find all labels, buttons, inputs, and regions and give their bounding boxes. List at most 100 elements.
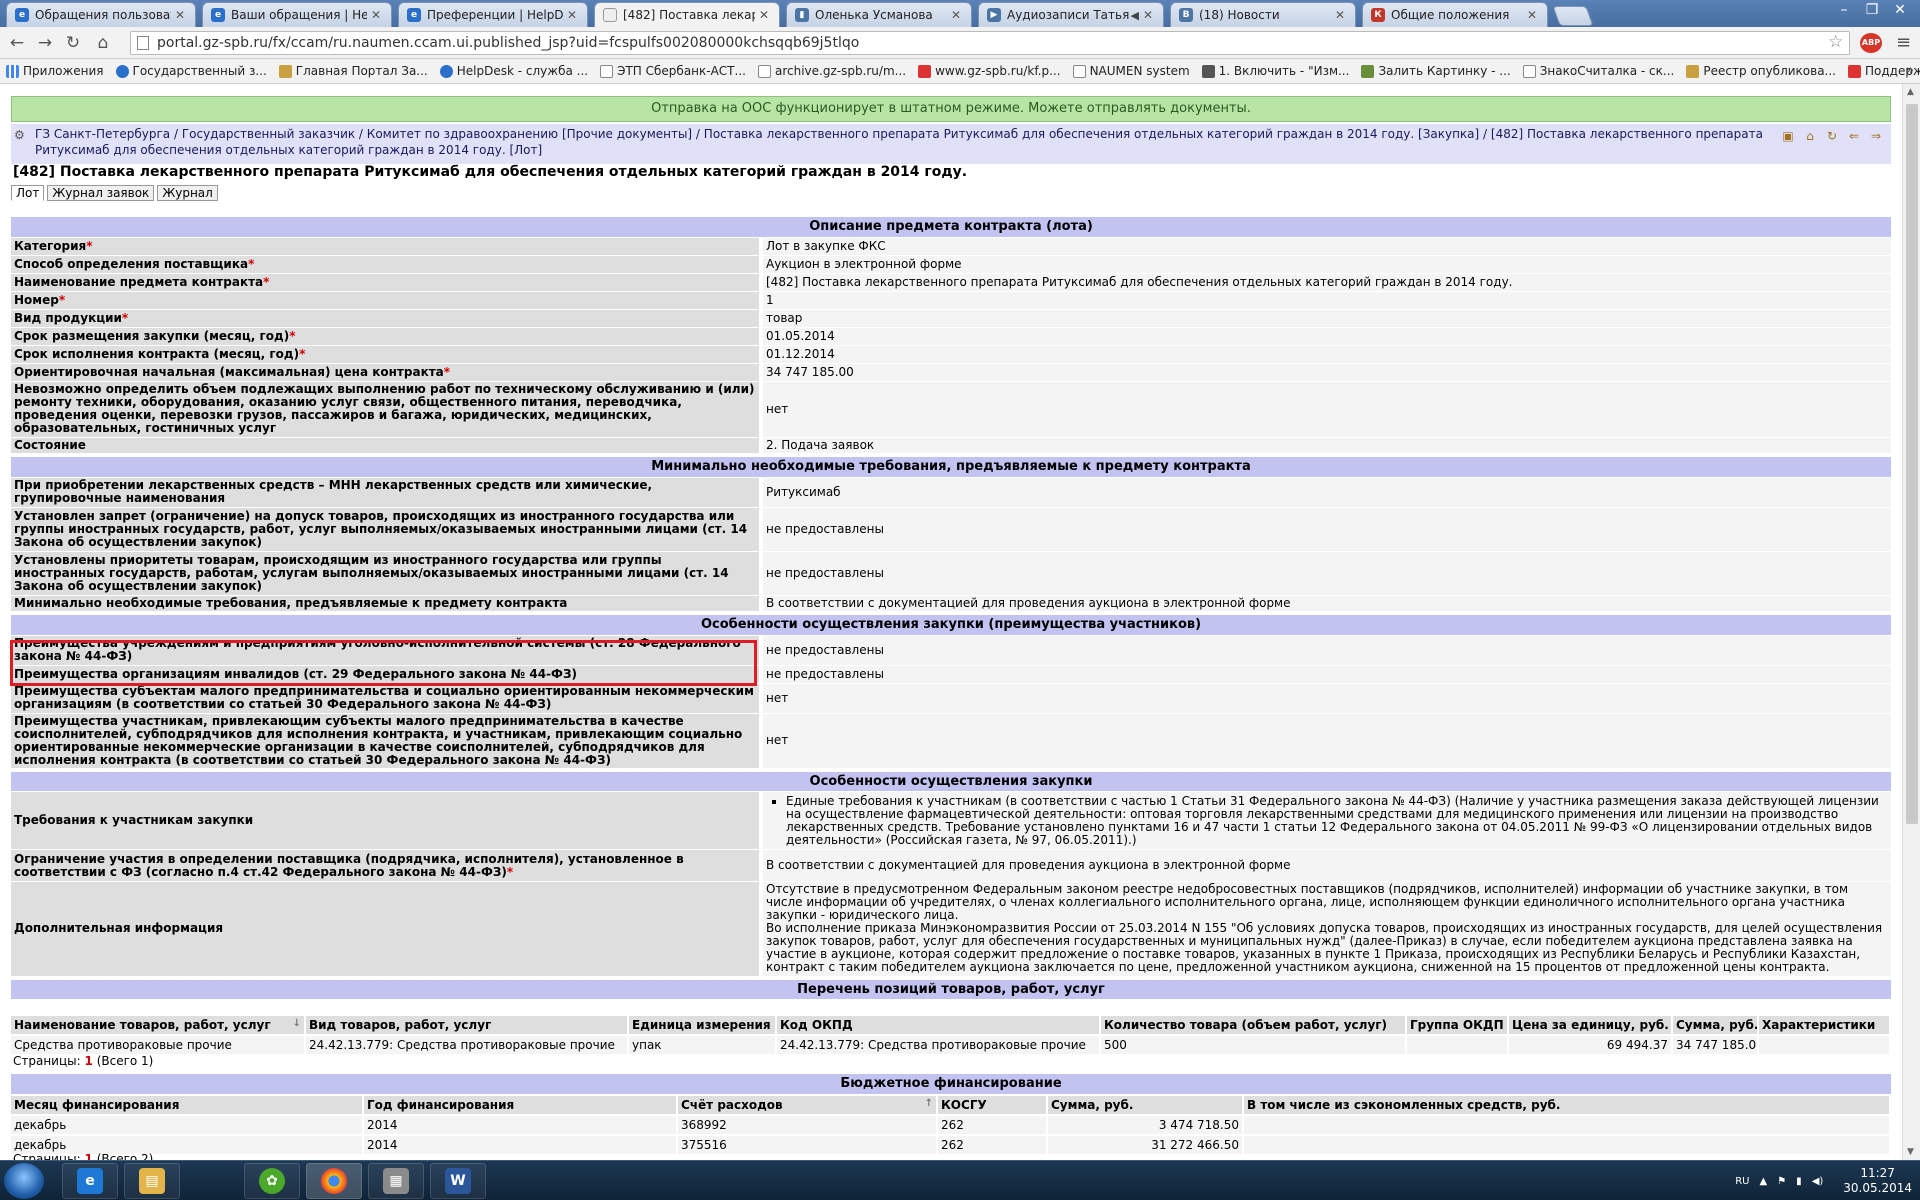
clock[interactable]: 11:27 30.05.2014 [1843,1166,1912,1196]
taskbar-chrome[interactable] [306,1163,362,1199]
home-icon[interactable]: ⌂ [92,32,114,54]
tab-close-icon[interactable]: ✕ [759,8,771,22]
browser-tab-1[interactable]: e Обращения пользовател ✕ [6,2,196,27]
language-indicator[interactable]: RU [1735,1176,1749,1187]
tab-close-icon[interactable]: ✕ [567,8,579,22]
bookmark-item[interactable]: NAUMEN system [1072,64,1190,78]
bookmark-item[interactable]: HelpDesk - служба ... [439,64,588,78]
bookmark-apps[interactable]: Приложения [6,64,104,78]
browser-tab-7[interactable]: B (18) Новости ✕ [1170,2,1356,27]
section-header: Особенности осуществления закупки [11,767,1891,792]
support-icon [1848,64,1861,78]
adblock-icon[interactable]: ABP [1860,33,1882,53]
chrome-icon [321,1168,347,1194]
table-row: Способ определения поставщика* Аукцион в … [11,255,1891,274]
forward-arrow-icon[interactable]: → [34,32,56,54]
table-row: Требования к участникам закупки Единые т… [11,791,1891,850]
tab-close-icon[interactable]: ✕ [371,8,383,22]
tab-log[interactable]: Журнал [157,185,218,201]
close-window-icon[interactable]: ✕ [1886,0,1914,20]
window-controls: – ❐ ✕ [1830,0,1914,20]
image-host-icon [1361,64,1375,78]
bookmark-item[interactable]: 1. Включить - "Изм... [1201,64,1349,78]
items-table: Наименование товаров, работ, услуг ↓ Вид … [11,1016,1891,1054]
scroll-thumb[interactable] [1906,104,1918,824]
start-button[interactable] [4,1163,44,1199]
restore-icon[interactable]: ❐ [1858,0,1886,20]
browser-tab-6[interactable]: ▶ Аудиозаписи Татьяны ◀ ✕ [978,2,1164,27]
table-row: Ограничение участия в определении постав… [11,849,1891,882]
taskbar-word[interactable]: W [430,1163,486,1199]
table-header-row: Месяц финансирования Год финансирования … [11,1096,1891,1115]
icq-flower-icon: ✿ [259,1168,285,1194]
taskbar-icq[interactable]: ✿ [244,1163,300,1199]
bookmark-item[interactable]: Залить Картинку - ... [1361,64,1511,78]
lot-attributes-table: Описание предмета контракта (лота) Катег… [11,213,1891,1000]
bookmark-item[interactable]: Реестр опубликова... [1686,64,1836,78]
table-row: При приобретении лекарственных средств –… [11,477,1891,508]
helpdesk-favicon-icon: e [407,8,421,22]
forward-icon[interactable]: ⇒ [1867,128,1885,144]
bookmark-item[interactable]: ЗнакоСчиталка - ск... [1522,64,1674,78]
tab-close-icon[interactable]: ✕ [1143,8,1155,22]
taskbar-explorer[interactable]: ▤ [124,1163,180,1199]
apps-grid-icon [6,64,19,78]
page-title: [482] Поставка лекарственного препарата … [13,164,968,180]
tab-close-icon[interactable]: ✕ [1335,8,1347,22]
address-bar[interactable]: portal.gz-spb.ru/fx/ccam/ru.naumen.ccam.… [130,31,1850,55]
section-header: Минимально необходимые требования, предъ… [11,453,1891,478]
table-row: Преимущества субъектам малого предприним… [11,683,1891,714]
back-icon[interactable]: ⇐ [1845,128,1863,144]
breadcrumb-actions: ▣ ⌂ ↻ ⇐ ⇒ [1779,128,1885,144]
bookmark-icon [1201,64,1215,78]
volume-icon[interactable]: ◀) [1812,1176,1824,1187]
page-link[interactable]: 1 [85,1152,93,1160]
taskbar-calculator[interactable]: ▦ [368,1163,424,1199]
items-pager: Страницы: 1 (Всего 1) [13,1054,154,1068]
table-row[interactable]: декабрь 2014 375516 262 31 272 466.50 [11,1134,1891,1154]
table-row[interactable]: Средства противораковые прочие 24.42.13.… [11,1034,1891,1054]
budget-pager: Страницы: 1 (Всего 2) [13,1152,153,1160]
taskbar-ie[interactable]: e [62,1163,118,1199]
tab-close-icon[interactable]: ✕ [1527,8,1539,22]
bookmark-item[interactable]: ЭТП Сбербанк-АСТ... [600,64,746,78]
scroll-down-icon[interactable]: ▼ [1907,1147,1914,1157]
vertical-scrollbar[interactable]: ▲ ▼ [1902,84,1920,1160]
page-link[interactable]: 1 [85,1054,93,1068]
browser-tab-active[interactable]: [482] Поставка лекарстве ✕ [594,2,780,27]
reload-icon[interactable]: ↻ [62,32,84,54]
refresh-icon[interactable]: ↻ [1823,128,1841,144]
bookmark-star-icon[interactable]: ☆ [1828,32,1843,52]
network-icon[interactable]: ▮ [1796,1176,1802,1187]
flag-icon[interactable]: ⚑ [1777,1176,1786,1187]
tab-applications-log[interactable]: Журнал заявок [47,185,155,201]
table-row[interactable]: декабрь 2014 368992 262 3 474 718.50 [11,1114,1891,1135]
new-tab-button[interactable] [1552,6,1594,26]
tab-close-icon[interactable]: ✕ [175,8,187,22]
page-viewport: Отправка на ООС функционирует в штатном … [0,84,1902,1160]
bookmark-item[interactable]: Государственный з... [115,64,267,78]
show-hidden-icons-icon[interactable]: ▲ [1760,1176,1768,1187]
bookmark-item[interactable]: archive.gz-spb.ru/m... [757,64,906,78]
menu-icon[interactable]: ≡ [1896,32,1911,53]
table-row: Вид продукции* товар [11,309,1891,328]
back-arrow-icon[interactable]: ← [6,32,28,54]
table-row: Ориентировочная начальная (максимальная)… [11,363,1891,382]
sort-arrow-icon: ↓ [292,1018,301,1029]
browser-tab-2[interactable]: e Ваши обращения | HelpD ✕ [202,2,392,27]
tab-lot[interactable]: Лот [11,185,45,201]
bookmarks-more-icon[interactable]: » [1906,63,1914,78]
home-icon[interactable]: ⌂ [1801,128,1819,144]
scroll-up-icon[interactable]: ▲ [1907,87,1914,97]
bookmark-item[interactable]: Главная Портал За... [278,64,428,78]
minimize-icon[interactable]: – [1830,0,1858,20]
browser-tab-5[interactable]: ▮ Оленька Усманова ✕ [786,2,972,27]
page-favicon-icon [603,8,617,22]
calculator-icon: ▦ [383,1168,409,1194]
browser-tab-8[interactable]: К Общие положения ✕ [1362,2,1548,27]
folder-icon[interactable]: ▣ [1779,128,1797,144]
bookmark-item[interactable]: www.gz-spb.ru/kf.p... [918,64,1061,78]
tab-close-icon[interactable]: ✕ [951,8,963,22]
browser-tab-3[interactable]: e Преференции | HelpDesk ✕ [398,2,588,27]
breadcrumb-text[interactable]: ГЗ Санкт-Петербурга / Государственный за… [35,127,1763,157]
